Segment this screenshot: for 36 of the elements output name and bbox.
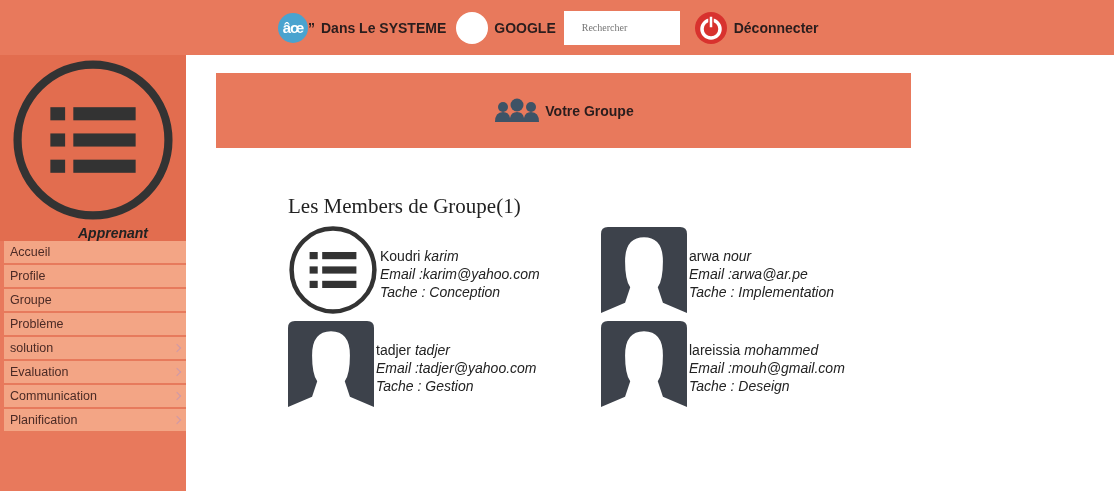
menu-item[interactable]: Communication [4, 385, 186, 409]
quote-mark: ” [308, 19, 315, 36]
search-field[interactable]: Rechercher [563, 10, 680, 45]
menu-item[interactable]: solution [4, 337, 186, 361]
member-task: Tache : Gestion [376, 377, 475, 395]
member-email: Email :arwa@ar.pe [689, 265, 809, 283]
menu-icon[interactable] [11, 58, 175, 222]
google-circle-icon [456, 11, 489, 44]
member-name: lareissia mohammed [689, 341, 820, 359]
google-link[interactable]: GOOGLE [494, 19, 556, 36]
menu-item[interactable]: Profile [4, 265, 186, 289]
menu-item[interactable]: Problème [4, 313, 186, 337]
member-name: Koudri karim [380, 247, 460, 265]
member-name: arwa nour [689, 247, 753, 265]
menu-item[interactable]: Groupe [4, 289, 186, 313]
banner-title: Votre Groupe [545, 102, 634, 119]
member-email: Email :mouh@gmail.com [689, 359, 845, 377]
avatar-silhouette-icon [288, 321, 374, 407]
list-avatar-icon [288, 225, 378, 315]
system-link[interactable]: Dans Le SYSTEME [321, 19, 447, 36]
member-email: Email :karim@yahoo.com [380, 265, 540, 283]
member-task: Tache : Deseign [689, 377, 791, 395]
menu-item[interactable]: Accueil [4, 241, 186, 265]
menu-item[interactable]: Evaluation [4, 361, 186, 385]
menu-item[interactable]: Planification [4, 409, 186, 433]
avatar-silhouette-icon [601, 321, 687, 407]
section-title: Les Members de Groupe(1) [288, 194, 522, 219]
member-name: tadjer tadjer [376, 341, 452, 359]
group-icon [493, 97, 542, 124]
member-email: Email :tadjer@yahoo.com [376, 359, 537, 377]
power-icon[interactable] [693, 10, 728, 45]
member-task: Tache : Implementation [689, 283, 834, 301]
avatar-silhouette-icon [601, 227, 687, 313]
logout-link[interactable]: Déconnecter [733, 19, 819, 36]
member-task: Tache : Conception [380, 283, 502, 301]
user-role: Apprenant [78, 224, 148, 241]
